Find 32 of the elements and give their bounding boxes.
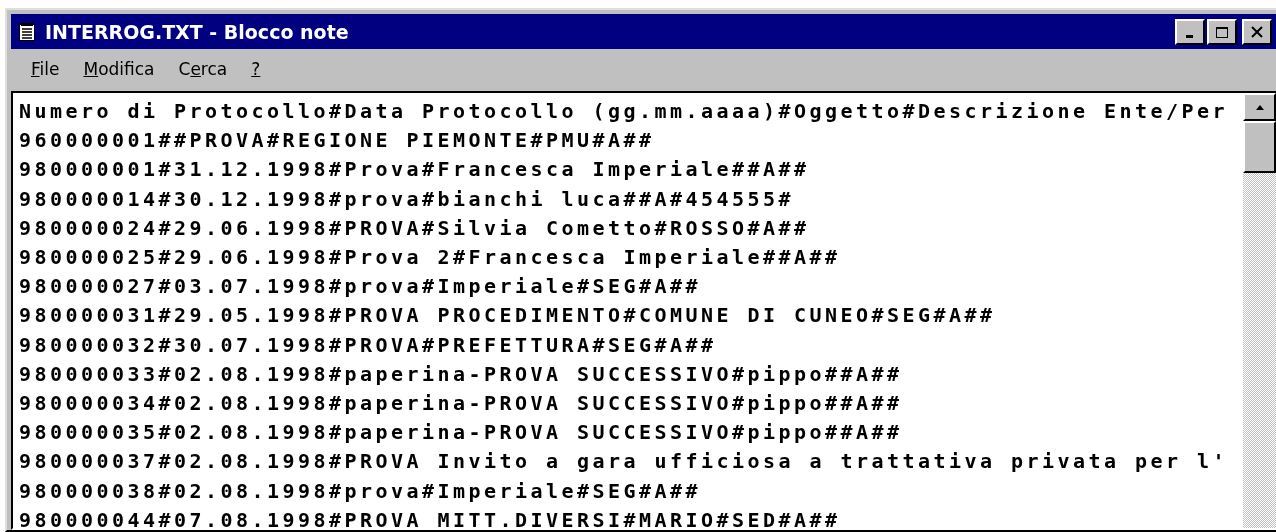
text-line: 980000034#02.08.1998#paperina-PROVA SUCCESSIVO#pippo##A##: [19, 390, 903, 418]
text-editor[interactable]: [11, 91, 1276, 530]
close-button[interactable]: [1242, 18, 1272, 45]
minimize-icon: [1185, 35, 1193, 38]
text-line: 980000037#02.08.1998#PROVA Invito a gara ufficiosa a trattativa privata per l': [19, 448, 1229, 476]
text-line: 980000027#03.07.1998#prova#Imperiale#SEG#A##: [19, 273, 702, 301]
maximize-icon: [1215, 25, 1229, 38]
scroll-thumb[interactable]: [1243, 121, 1276, 173]
text-line: 960000001##PROVA#REGIONE PIEMONTE#PMU#A##: [19, 127, 655, 155]
text-line: 980000044#07.08.1998#PROVA MITT.DIVERSI#MARIO#SED#A##: [19, 506, 841, 528]
text-line: 980000038#02.08.1998#prova#Imperiale#SEG#A##: [19, 477, 702, 505]
up-arrow-icon: [1254, 104, 1265, 110]
text-line: 980000032#30.07.1998#PROVA#PREFETTURA#SEG#A##: [19, 331, 717, 359]
close-icon: [1250, 25, 1264, 38]
text-line: 980000014#30.12.1998#prova#bianchi luca##A#454555#: [19, 185, 795, 213]
maximize-button[interactable]: [1207, 18, 1237, 45]
menu-item[interactable]: File: [31, 59, 60, 79]
scroll-up-button[interactable]: [1243, 93, 1276, 121]
text-line: 980000033#02.08.1998#paperina-PROVA SUCCESSIVO#pippo##A##: [19, 360, 903, 388]
menu-item[interactable]: Modifica: [83, 59, 155, 79]
text-line: 980000001#31.12.1998#Prova#Francesca Imperiale##A##: [19, 156, 810, 184]
text-line: 980000025#29.06.1998#Prova 2#Francesca Imperiale##A##: [19, 244, 841, 271]
vertical-scrollbar[interactable]: [1243, 93, 1276, 528]
text-line: 980000035#02.08.1998#paperina-PROVA SUCCESSIVO#pippo##A##: [19, 419, 903, 447]
text-line: 980000031#29.05.1998#PROVA PROCEDIMENTO#COMUNE DI CUNEO#SEG#A##: [19, 302, 996, 330]
text-line: 980000024#29.06.1998#PROVA#Silvia Cometto#ROSSO#A##: [19, 214, 810, 242]
text-line: Numero di Protocollo#Data Protocollo (gg.mm.aaaa)#Oggetto#Descrizione Ente/Per: [19, 98, 1229, 125]
minimize-button[interactable]: [1175, 18, 1205, 45]
menu-item[interactable]: Cerca: [178, 59, 228, 79]
window-title: INTERROG.TXT - Blocco note: [45, 20, 349, 43]
menu-item[interactable]: ?: [251, 59, 261, 79]
notepad-icon: [19, 22, 35, 41]
